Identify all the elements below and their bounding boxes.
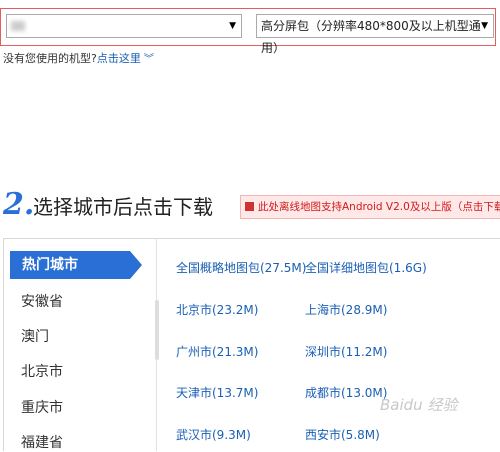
double-chevron-down-icon[interactable]: ︾ <box>144 54 154 65</box>
download-link-wuhan[interactable]: 武汉市(9.3M) <box>176 426 251 443</box>
sidebar-scrollbar[interactable] <box>155 300 159 360</box>
sidebar-item-macau[interactable]: 澳门 <box>21 326 49 346</box>
screen-package-select[interactable]: 高分屏包（分辨率480*800及以上机型通用） ▼ <box>256 14 494 55</box>
download-link-chengdu[interactable]: 成都市(13.0M) <box>305 384 387 401</box>
sidebar-item-label: 热门城市 <box>22 257 78 273</box>
sidebar-item-fujian[interactable]: 福建省 <box>21 432 63 452</box>
no-model-hint: 没有您使用的机型?点击这里 ︾ <box>3 50 154 66</box>
click-here-link[interactable]: 点击这里 <box>97 52 141 65</box>
step-number: 2. <box>3 187 35 222</box>
sidebar-item-hot-cities[interactable]: 热门城市 <box>10 251 142 279</box>
download-link-beijing[interactable]: 北京市(23.2M) <box>176 301 258 318</box>
download-link-national-detail[interactable]: 全国详细地图包(1.6G) <box>305 259 427 276</box>
download-link-guangzhou[interactable]: 广州市(21.3M) <box>176 343 258 360</box>
download-link-shenzhen[interactable]: 深圳市(11.2M) <box>305 343 387 360</box>
phone-model-select[interactable]: ▼ <box>6 14 242 38</box>
android-notice-banner: 此处离线地图支持Android V2.0及以上版（点击下载 <box>240 195 500 219</box>
dropdown-arrow-icon: ▼ <box>481 21 488 31</box>
baidu-jingyan-watermark: Baidu 经验 <box>380 396 458 414</box>
notice-text[interactable]: 此处离线地图支持Android V2.0及以上版（点击下载 <box>258 201 500 213</box>
active-tab-arrow <box>130 251 142 279</box>
dropdown-arrow-icon: ▼ <box>229 21 236 31</box>
download-link-shanghai[interactable]: 上海市(28.9M) <box>305 301 387 318</box>
sidebar-item-beijing[interactable]: 北京市 <box>21 361 63 381</box>
screen-package-value: 高分屏包（分辨率480*800及以上机型通用） <box>261 19 481 55</box>
sidebar-item-anhui[interactable]: 安徽省 <box>21 291 63 311</box>
download-link-national-overview[interactable]: 全国概略地图包(27.5M) <box>176 259 306 276</box>
no-model-text: 没有您使用的机型? <box>3 52 97 65</box>
model-select-value <box>11 21 25 31</box>
download-link-xian[interactable]: 西安市(5.8M) <box>305 426 380 443</box>
download-link-tianjin[interactable]: 天津市(13.7M) <box>176 384 258 401</box>
speaker-icon <box>245 202 254 211</box>
step-title: 选择城市后点击下载 <box>33 195 213 219</box>
sidebar-item-chongqing[interactable]: 重庆市 <box>21 397 63 417</box>
